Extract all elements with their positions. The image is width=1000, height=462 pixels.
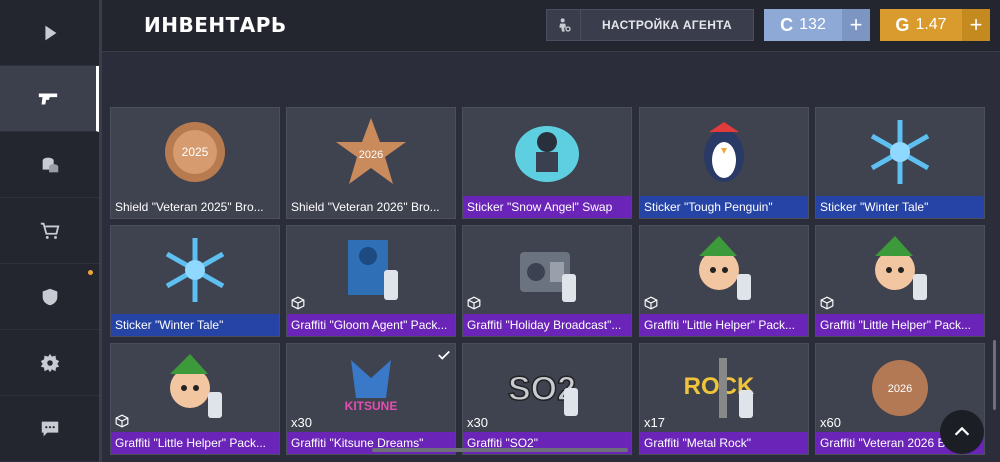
item-name: Sticker "Tough Penguin": [640, 196, 808, 218]
item-artwork: [287, 226, 455, 314]
inventory-item[interactable]: SO2 x30 Graffiti "SO2": [462, 343, 632, 455]
item-name: Sticker "Snow Angel" Swap: [463, 196, 631, 218]
inventory-item[interactable]: KITSUNE x30 Graffiti "Kitsune Dreams": [286, 343, 456, 455]
gold-currency[interactable]: G 1.47 +: [880, 9, 990, 41]
sidebar-item-play[interactable]: [0, 0, 99, 66]
item-artwork: [463, 108, 631, 196]
sidebar-item-settings[interactable]: [0, 330, 99, 396]
pistol-icon: [38, 93, 58, 104]
inventory-item[interactable]: 2026 Shield "Veteran 2026" Bro...: [286, 107, 456, 219]
sidebar-item-clan[interactable]: [0, 264, 99, 330]
item-artwork: ROCK: [640, 344, 808, 432]
gold-amount: 1.47: [915, 16, 947, 33]
item-name: Graffiti "Little Helper" Pack...: [816, 314, 984, 336]
item-name: Sticker "Winter Tale": [111, 314, 279, 336]
inventory-item[interactable]: Graffiti "Little Helper" Pack...: [639, 225, 809, 337]
item-name: Shield "Veteran 2025" Bro...: [115, 200, 264, 214]
agent-settings-label: НАСТРОЙКА АГЕНТА: [601, 18, 733, 32]
add-silver-button[interactable]: +: [842, 9, 870, 41]
silver-currency[interactable]: C 132 +: [764, 9, 870, 41]
chat-icon: [41, 421, 58, 436]
top-bar: ИНВЕНТАРЬ НАСТРОЙКА АГЕНТА C 132 + G 1.4…: [102, 0, 1000, 52]
inventory-item[interactable]: Sticker "Snow Angel" Swap: [462, 107, 632, 219]
pack-box-icon: [820, 296, 834, 310]
sidebar-item-chat[interactable]: [0, 396, 99, 462]
item-artwork: [816, 108, 984, 196]
inventory-item[interactable]: Sticker "Winter Tale": [110, 225, 280, 337]
page-title: ИНВЕНТАРЬ: [144, 13, 287, 37]
item-name: Graffiti "Gloom Agent" Pack...: [287, 314, 455, 336]
inventory-item[interactable]: Graffiti "Little Helper" Pack...: [815, 225, 985, 337]
play-icon: [44, 25, 56, 40]
item-artwork: [816, 226, 984, 314]
svg-text:2025: 2025: [182, 145, 209, 159]
svg-text:2026: 2026: [888, 383, 912, 395]
item-quantity: x30: [467, 415, 488, 430]
agent-icon: [547, 10, 581, 40]
inventory-item[interactable]: Sticker "Winter Tale": [815, 107, 985, 219]
sidebar-item-shop[interactable]: [0, 198, 99, 264]
item-artwork: [463, 226, 631, 314]
inventory-item[interactable]: 2025 Shield "Veteran 2025" Bro...: [110, 107, 280, 219]
item-name: Graffiti "Little Helper" Pack...: [111, 432, 279, 454]
inventory-item[interactable]: Graffiti "Holiday Broadcast"...: [462, 225, 632, 337]
silver-amount: 132: [799, 16, 826, 33]
item-artwork: 2026: [287, 108, 455, 196]
item-name: Graffiti "Holiday Broadcast"...: [463, 314, 631, 336]
item-artwork: [640, 108, 808, 196]
gear-icon: [40, 353, 59, 372]
horizontal-scroll-indicator: [372, 448, 628, 452]
svg-text:KITSUNE: KITSUNE: [345, 399, 398, 413]
item-artwork: [111, 226, 279, 314]
shield-emblem-icon: [42, 288, 57, 305]
item-name: Graffiti "Metal Rock": [640, 432, 808, 454]
gold-coin-icon: G: [895, 14, 910, 35]
silver-coin-icon: C: [780, 14, 794, 35]
sidebar: [0, 0, 102, 462]
scroll-to-top-button[interactable]: [940, 410, 984, 454]
item-artwork: KITSUNE: [287, 344, 455, 432]
chevron-up-icon: [954, 426, 970, 436]
item-quantity: x30: [291, 415, 312, 430]
inventory-grid: Shield "9 Years"Shield "7 Years"Shield "…: [110, 52, 990, 462]
pack-box-icon: [291, 296, 305, 310]
item-artwork: 2025: [111, 108, 279, 196]
item-artwork: SO2: [463, 344, 631, 432]
item-name: Graffiti "Little Helper" Pack...: [640, 314, 808, 336]
sidebar-item-market[interactable]: [0, 132, 99, 198]
agent-settings-button[interactable]: НАСТРОЙКА АГЕНТА: [546, 9, 754, 41]
svg-text:2026: 2026: [359, 149, 383, 161]
item-name: Shield "Veteran 2026" Bro...: [291, 200, 440, 214]
item-artwork: [640, 226, 808, 314]
inventory-item[interactable]: Graffiti "Gloom Agent" Pack...: [286, 225, 456, 337]
equipped-check-icon: [437, 348, 451, 362]
coins-icon: [42, 157, 58, 172]
inventory-item[interactable]: ROCKx17 Graffiti "Metal Rock": [639, 343, 809, 455]
item-quantity: x60: [820, 415, 841, 430]
item-quantity: x17: [644, 415, 665, 430]
item-artwork: [111, 344, 279, 432]
item-name: Sticker "Winter Tale": [816, 196, 984, 218]
inventory-item[interactable]: Graffiti "Little Helper" Pack...: [110, 343, 280, 455]
sidebar-item-inventory[interactable]: [0, 66, 99, 132]
pack-box-icon: [467, 296, 481, 310]
pack-box-icon: [115, 414, 129, 428]
vertical-scrollbar[interactable]: [993, 340, 996, 410]
add-gold-button[interactable]: +: [962, 9, 990, 41]
notification-dot: [88, 270, 93, 275]
pack-box-icon: [644, 296, 658, 310]
inventory-item[interactable]: Sticker "Tough Penguin": [639, 107, 809, 219]
cart-icon: [40, 222, 59, 239]
